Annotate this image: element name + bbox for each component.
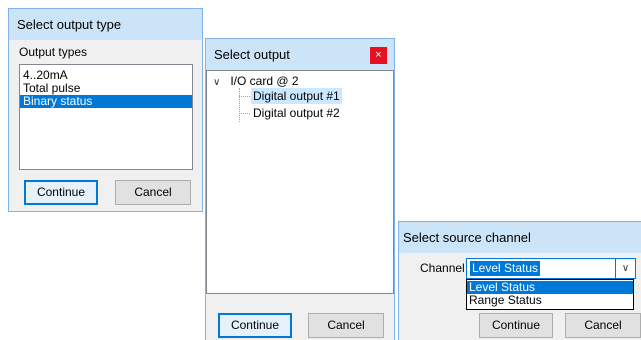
cancel-button[interactable]: Cancel [308,313,384,338]
dialog-title: Select output type [9,9,202,40]
tree-item-label[interactable]: Digital output #1 [251,88,342,104]
tree-item[interactable]: Digital output #1 [251,88,342,104]
channel-select[interactable]: Level Status ∨ [466,258,636,279]
close-icon[interactable]: × [370,47,387,64]
output-types-label: Output types [19,45,88,59]
cancel-button[interactable]: Cancel [115,180,191,205]
channel-label: Channel [420,261,465,275]
chevron-down-icon[interactable]: ∨ [213,75,225,91]
dropdown-option[interactable]: Range Status [467,294,633,307]
tree-root-row[interactable]: ∨ I/O card @ 2 [213,73,301,89]
list-item[interactable]: Binary status [20,95,192,108]
tree-connector [239,113,250,114]
continue-button[interactable]: Continue [218,313,292,338]
continue-button[interactable]: Continue [479,313,553,338]
continue-button[interactable]: Continue [24,180,98,205]
select-source-channel-dialog: Select source channel Channel Level Stat… [398,221,641,340]
channel-dropdown-list[interactable]: Level Status Range Status [466,279,634,310]
select-output-type-dialog: Select output type Output types 4..20mA … [8,8,203,212]
dialog-title: Select source channel [399,222,641,253]
tree-root-label[interactable]: I/O card @ 2 [228,73,300,89]
output-tree[interactable]: ∨ I/O card @ 2 Digital output #1 Digital… [206,70,394,294]
tree-item[interactable]: Digital output #2 [251,105,342,121]
tree-item-label[interactable]: Digital output #2 [251,105,342,121]
channel-select-value: Level Status [470,261,541,276]
tree-connector [239,96,250,97]
cancel-button[interactable]: Cancel [565,313,641,338]
dialog-title: Select output [206,39,394,70]
select-output-dialog: Select output × ∨ I/O card @ 2 Digital o… [205,38,395,340]
output-types-list[interactable]: 4..20mA Total pulse Binary status [19,64,193,170]
chevron-down-icon[interactable]: ∨ [615,259,635,278]
tree-connector [239,88,240,122]
